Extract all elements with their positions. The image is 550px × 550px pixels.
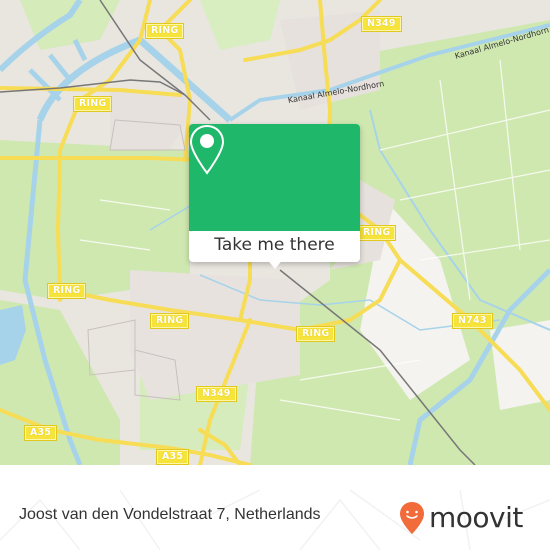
moovit-logo[interactable]: moovit bbox=[399, 498, 523, 538]
moovit-pin-icon bbox=[400, 502, 424, 534]
road-shield-n743: N743 bbox=[452, 313, 493, 329]
address-text: Joost van den Vondelstraat 7, Netherland… bbox=[19, 506, 321, 523]
road-shield-ring: RING bbox=[72, 96, 113, 112]
destination-popup: Take me there bbox=[189, 124, 360, 269]
location-pin-icon bbox=[189, 124, 225, 175]
road-shield-ring: RING bbox=[356, 225, 397, 241]
road-shield-ring: RING bbox=[144, 23, 185, 39]
popup-header bbox=[189, 124, 360, 231]
road-shield-ring: RING bbox=[149, 313, 190, 329]
road-shield-a35: A35 bbox=[155, 449, 190, 465]
road-shield-n349: N349 bbox=[361, 16, 402, 32]
moovit-wordmark: moovit bbox=[429, 501, 523, 534]
road-shield-ring: RING bbox=[46, 283, 87, 299]
map-view[interactable]: RING RING RING RING RING RING N349 N349 … bbox=[0, 0, 550, 465]
footer-bar: Joost van den Vondelstraat 7, Netherland… bbox=[0, 490, 550, 550]
road-shield-ring: RING bbox=[295, 326, 336, 342]
popup-pointer bbox=[266, 258, 284, 269]
road-shield-a35: A35 bbox=[23, 425, 58, 441]
road-shield-n349: N349 bbox=[196, 386, 237, 402]
